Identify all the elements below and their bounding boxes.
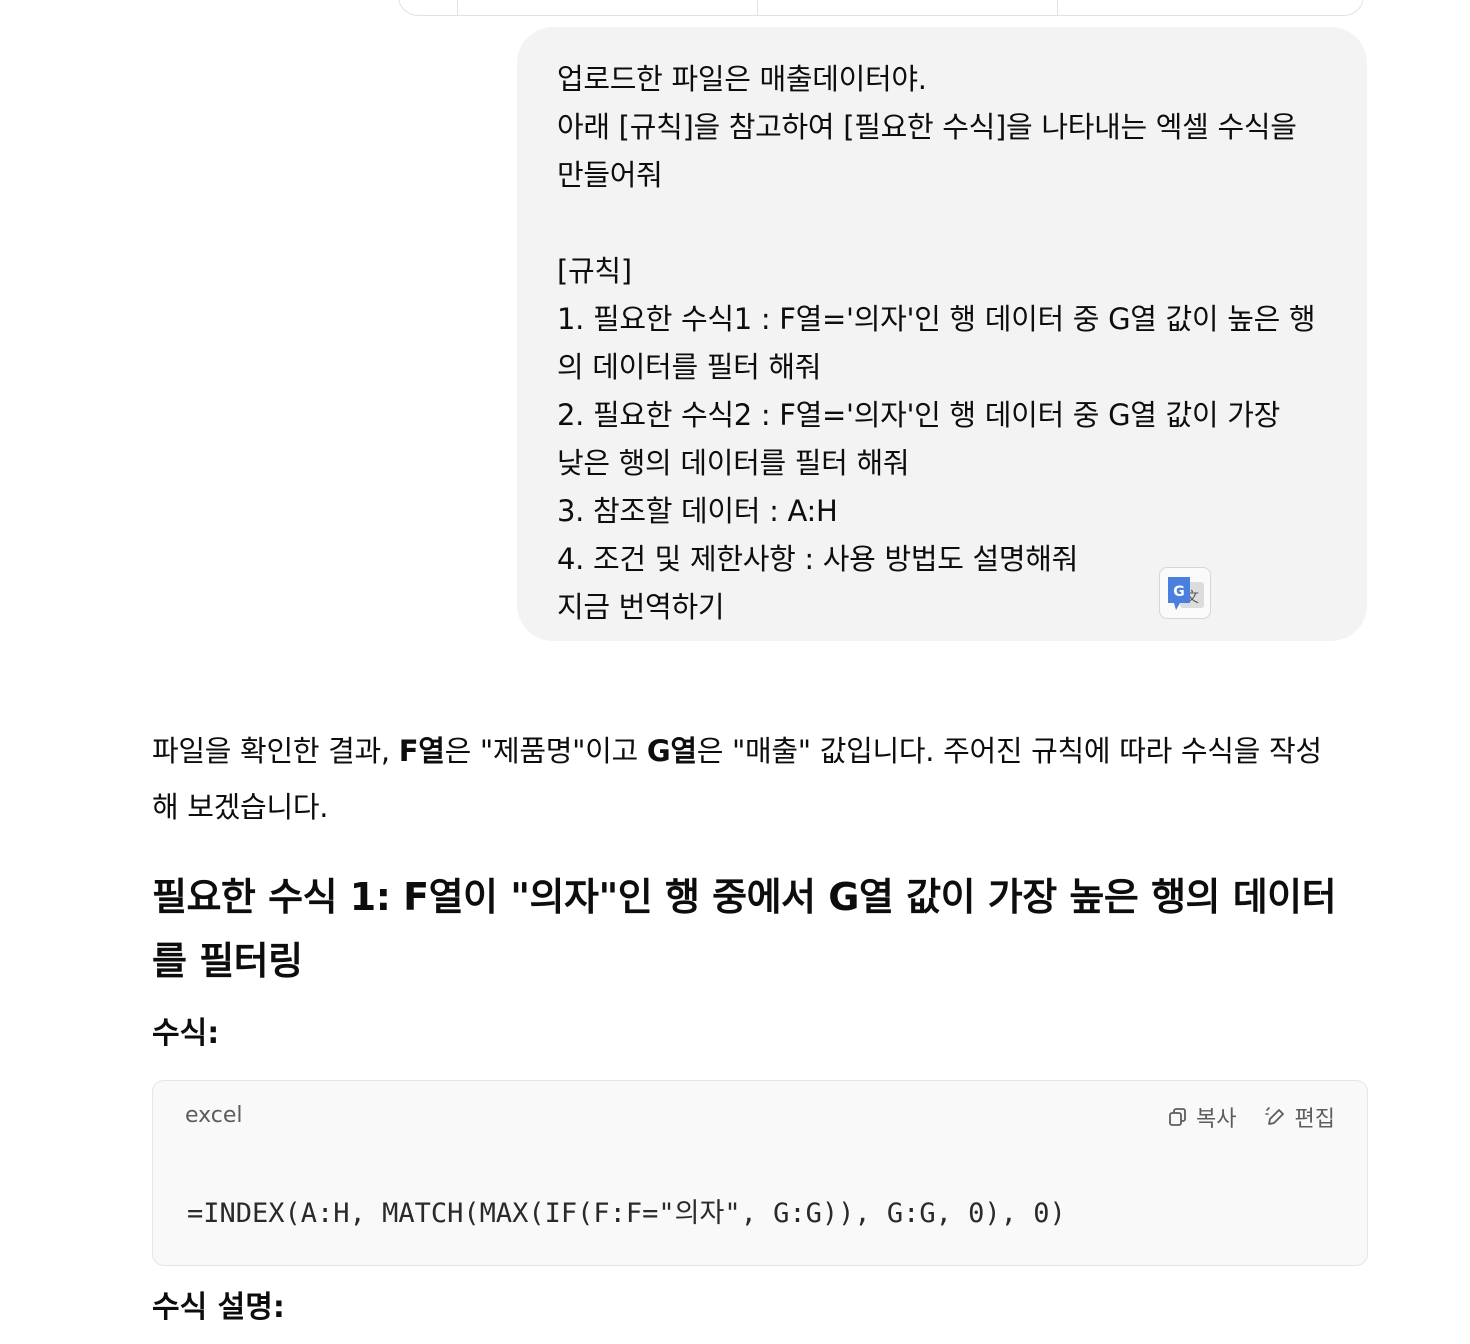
edit-pencil-icon <box>1264 1107 1284 1125</box>
copy-label: 복사 <box>1196 1107 1237 1132</box>
intro-text: 은 "제품명"이고 <box>444 734 647 768</box>
code-actions: 복사 편집 <box>1168 1101 1335 1133</box>
google-translate-icon: 文 G <box>1168 577 1204 610</box>
formula-1-heading: 필요한 수식 1: F열이 "의자"인 행 중에서 G열 값이 가장 높은 행의… <box>152 875 1337 983</box>
code-language: excel <box>185 1103 243 1128</box>
table-divider <box>1057 0 1058 15</box>
user-message-bubble: 업로드한 파일은 매출데이터야. 아래 [규칙]을 참고하여 [필요한 수식]을… <box>517 27 1367 641</box>
edit-button[interactable]: 편집 <box>1264 1101 1335 1133</box>
edit-label: 편집 <box>1294 1107 1335 1132</box>
intro-g-column: G열 <box>646 734 697 768</box>
user-message-text: 업로드한 파일은 매출데이터야. 아래 [규칙]을 참고하여 [필요한 수식]을… <box>557 62 1316 624</box>
code-block: excel 복사 편집 =INDEX(A:H, MATCH(MAX(IF(F:F… <box>152 1080 1368 1266</box>
svg-text:G: G <box>1173 584 1185 600</box>
previous-table-bottom <box>398 0 1364 16</box>
explain-label: 수식 설명: <box>152 1290 285 1325</box>
table-divider <box>457 0 458 15</box>
intro-text: 파일을 확인한 결과, <box>152 734 399 768</box>
table-divider <box>757 0 758 15</box>
intro-f-column: F열 <box>398 734 445 768</box>
response-intro: 파일을 확인한 결과, F열은 "제품명"이고 G열은 "매출" 값입니다. 주… <box>152 723 1368 835</box>
copy-icon <box>1169 1108 1186 1126</box>
code-text[interactable]: =INDEX(A:H, MATCH(MAX(IF(F:F="의자", G:G))… <box>187 1191 1066 1230</box>
formula-label: 수식: <box>152 1016 220 1051</box>
translate-button[interactable]: 文 G <box>1159 567 1211 619</box>
copy-button[interactable]: 복사 <box>1168 1101 1237 1133</box>
